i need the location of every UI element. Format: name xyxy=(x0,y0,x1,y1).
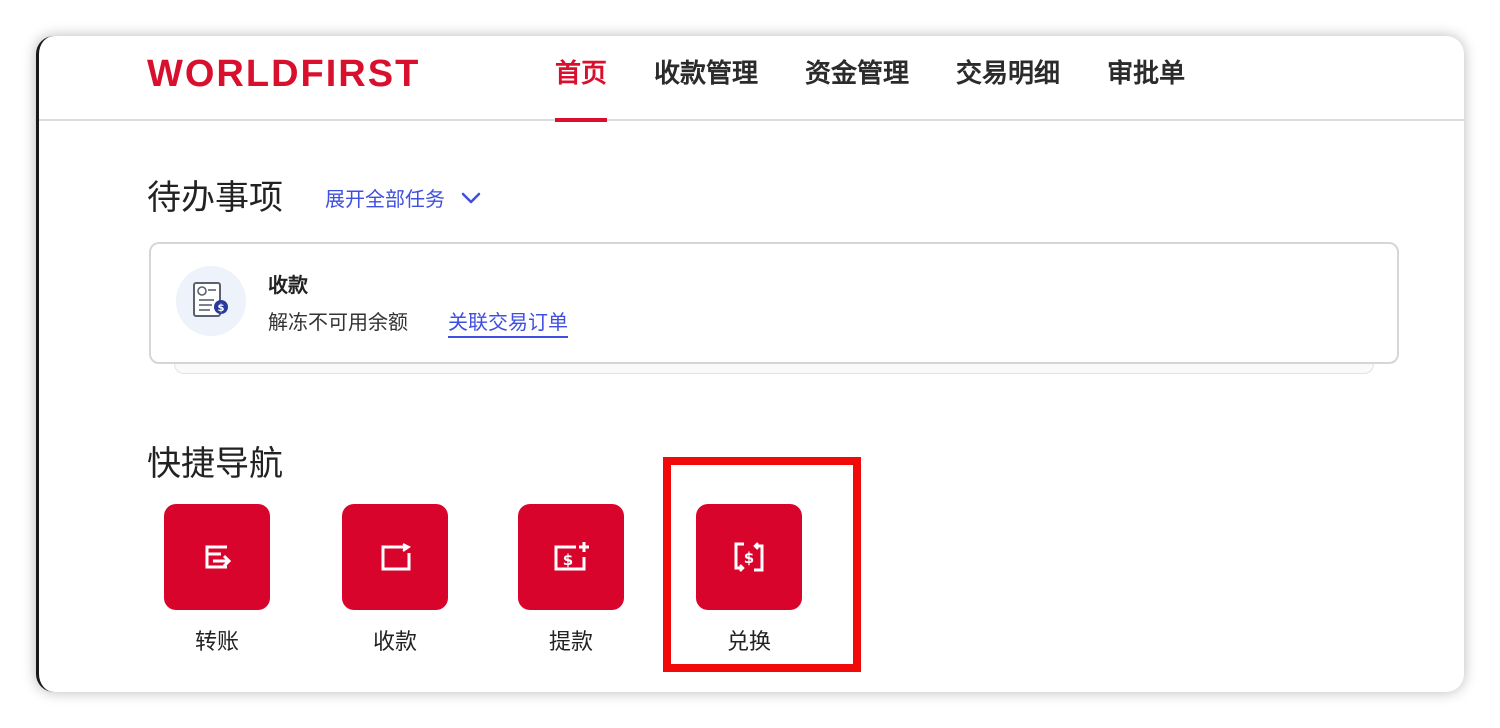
receive-icon xyxy=(381,543,411,571)
document-dollar-icon: $ xyxy=(176,266,246,336)
withdraw-icon: $ xyxy=(554,542,589,571)
main-nav: 首页 收款管理 资金管理 交易明细 审批单 xyxy=(555,36,1232,122)
expand-all-tasks-link[interactable]: 展开全部任务 xyxy=(325,183,481,212)
task-card[interactable]: $ 收款 解冻不可用余额 关联交易订单 xyxy=(149,242,1399,364)
svg-text:$: $ xyxy=(218,303,225,314)
expand-all-tasks-label: 展开全部任务 xyxy=(325,187,445,211)
chevron-down-icon xyxy=(461,192,481,203)
quick-nav-label: 收款 xyxy=(372,630,417,655)
nav-item-transaction-details[interactable]: 交易明细 xyxy=(956,36,1060,121)
task-description: 解冻不可用余额 xyxy=(268,310,408,334)
quick-nav-tile[interactable] xyxy=(164,504,270,610)
nav-item-receipt-management[interactable]: 收款管理 xyxy=(654,36,758,121)
quick-nav-section-title: 快捷导航 xyxy=(147,444,283,484)
worldfirst-logo[interactable]: WORLDFIRST xyxy=(147,53,420,96)
svg-text:$: $ xyxy=(563,551,573,569)
transfer-icon xyxy=(205,545,232,569)
quick-nav-tile[interactable]: $ xyxy=(518,504,624,610)
link-trade-order-link[interactable]: 关联交易订单 xyxy=(448,306,568,338)
top-navigation-bar: WORLDFIRST 首页 收款管理 资金管理 交易明细 审批单 xyxy=(39,36,1464,122)
quick-nav-label: 转账 xyxy=(194,630,239,655)
task-title: 收款 xyxy=(268,273,308,297)
nav-item-home[interactable]: 首页 xyxy=(555,36,608,122)
nav-item-approvals[interactable]: 审批单 xyxy=(1107,36,1185,121)
highlight-annotation-box xyxy=(663,457,861,672)
quick-nav-transfer[interactable]: 转账 xyxy=(164,504,270,656)
quick-nav-tile[interactable] xyxy=(342,504,448,610)
quick-nav-withdraw[interactable]: $ 提款 xyxy=(518,504,624,656)
nav-item-fund-management[interactable]: 资金管理 xyxy=(805,36,909,121)
quick-nav-receive[interactable]: 收款 xyxy=(342,504,448,656)
todo-section-title: 待办事项 xyxy=(147,178,283,218)
app-window: WORLDFIRST 首页 收款管理 资金管理 交易明细 审批单 待办事项 展开… xyxy=(36,36,1464,692)
quick-nav-label: 提款 xyxy=(548,630,593,655)
